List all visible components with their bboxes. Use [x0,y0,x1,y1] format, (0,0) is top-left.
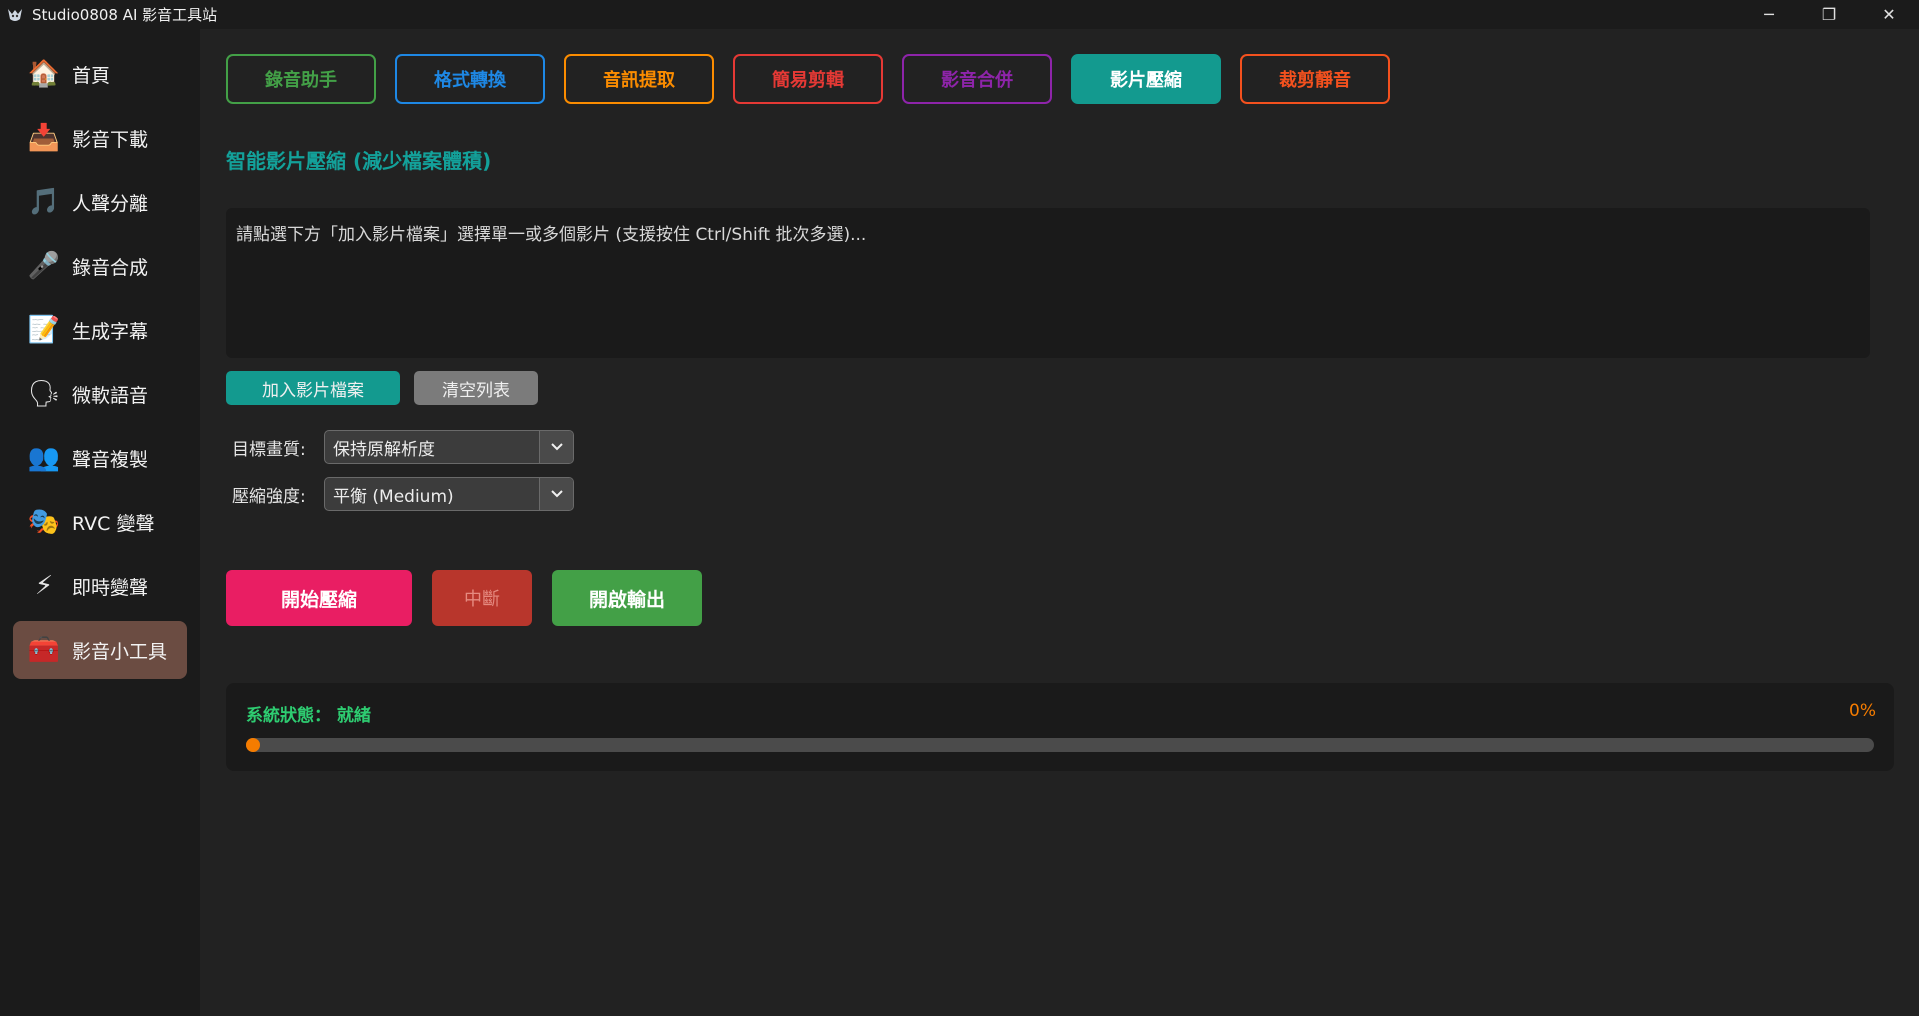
strength-value: 平衡 (Medium) [333,486,454,507]
sidebar-item-subtitles[interactable]: 📝 生成字幕 [13,301,187,359]
main-panel: 錄音助手 格式轉換 音訊提取 簡易剪輯 影音合併 影片壓縮 裁剪靜音 智能影片壓… [200,29,1919,1016]
download-icon: 📥 [27,123,61,153]
sidebar-item-label: 影音下載 [72,128,149,151]
close-button[interactable]: ✕ [1859,0,1919,29]
quality-select[interactable]: 保持原解析度 [324,430,574,464]
sidebar-item-realtime-voice[interactable]: ⚡ 即時變聲 [13,557,187,615]
quality-label: 目標畫質: [232,439,306,460]
sidebar-item-label: 首頁 [72,64,111,87]
open-output-button[interactable]: 開啟輸出 [552,570,702,626]
chevron-down-icon[interactable] [539,478,573,510]
music-note-icon: 🎵 [27,187,61,217]
sidebar-item-label: RVC 變聲 [72,512,155,535]
status-text: 系統狀態： 就緒 [246,706,371,726]
tab-simple-edit[interactable]: 簡易剪輯 [733,54,883,104]
window-title: Studio0808 AI 影音工具站 [32,6,218,24]
start-compress-button[interactable]: 開始壓縮 [226,570,412,626]
home-icon: 🏠 [27,59,61,89]
tab-video-compress[interactable]: 影片壓縮 [1071,54,1221,104]
quality-value: 保持原解析度 [333,439,435,460]
tab-media-merge[interactable]: 影音合併 [902,54,1052,104]
file-list-placeholder: 請點選下方「加入影片檔案」選擇單一或多個影片 (支援按住 Ctrl/Shift … [236,225,867,245]
sidebar-item-label: 即時變聲 [72,576,149,599]
progress-fill [246,738,260,752]
stop-button[interactable]: 中斷 [432,570,532,626]
quality-row: 目標畫質: 保持原解析度 [232,430,574,464]
sidebar: 🏠 首頁 📥 影音下載 🎵 人聲分離 🎤 錄音合成 📝 生成字幕 🗣 微軟語音 … [0,29,200,1016]
tab-audio-extract[interactable]: 音訊提取 [564,54,714,104]
title-bar: Studio0808 AI 影音工具站 ─ ❐ ✕ [0,0,1919,29]
sidebar-item-label: 錄音合成 [72,256,149,279]
tab-format-convert[interactable]: 格式轉換 [395,54,545,104]
sidebar-item-media-tools[interactable]: 🧰 影音小工具 [13,621,187,679]
progress-bar [246,738,1874,752]
sidebar-item-download[interactable]: 📥 影音下載 [13,109,187,167]
file-list[interactable]: 請點選下方「加入影片檔案」選擇單一或多個影片 (支援按住 Ctrl/Shift … [226,208,1870,358]
sidebar-item-label: 影音小工具 [72,640,168,663]
sidebar-item-home[interactable]: 🏠 首頁 [13,45,187,103]
masks-icon: 🎭 [27,507,61,537]
sidebar-item-recording-synthesis[interactable]: 🎤 錄音合成 [13,237,187,295]
sidebar-item-label: 聲音複製 [72,448,149,471]
minimize-button[interactable]: ─ [1739,0,1799,29]
strength-row: 壓縮強度: 平衡 (Medium) [232,477,574,511]
sidebar-item-voice-clone[interactable]: 👥 聲音複製 [13,429,187,487]
tool-tabs: 錄音助手 格式轉換 音訊提取 簡易剪輯 影音合併 影片壓縮 裁剪靜音 [226,54,1409,104]
status-panel: 系統狀態： 就緒 0% [226,683,1894,771]
toolbox-icon: 🧰 [27,635,61,665]
strength-label: 壓縮強度: [232,486,306,507]
speaking-head-icon: 🗣 [27,379,61,409]
add-video-button[interactable]: 加入影片檔案 [226,371,400,405]
memo-icon: 📝 [27,315,61,345]
sidebar-item-label: 微軟語音 [72,384,149,407]
progress-percent: 0% [1849,701,1876,721]
lightning-icon: ⚡ [34,571,54,601]
sidebar-item-vocal-separation[interactable]: 🎵 人聲分離 [13,173,187,231]
sidebar-item-rvc[interactable]: 🎭 RVC 變聲 [13,493,187,551]
microphone-icon: 🎤 [27,251,61,281]
sidebar-item-label: 人聲分離 [72,192,149,215]
strength-select[interactable]: 平衡 (Medium) [324,477,574,511]
user-clone-icon: 👥 [27,443,61,473]
tab-trim-silence[interactable]: 裁剪靜音 [1240,54,1390,104]
sidebar-item-label: 生成字幕 [72,320,149,343]
section-title: 智能影片壓縮 (減少檔案體積) [226,149,492,173]
chevron-down-icon[interactable] [539,431,573,463]
restore-button[interactable]: ❐ [1799,0,1859,29]
sidebar-item-microsoft-tts[interactable]: 🗣 微軟語音 [13,365,187,423]
app-logo-icon [4,4,26,26]
tab-recording-assistant[interactable]: 錄音助手 [226,54,376,104]
clear-list-button[interactable]: 清空列表 [414,371,538,405]
